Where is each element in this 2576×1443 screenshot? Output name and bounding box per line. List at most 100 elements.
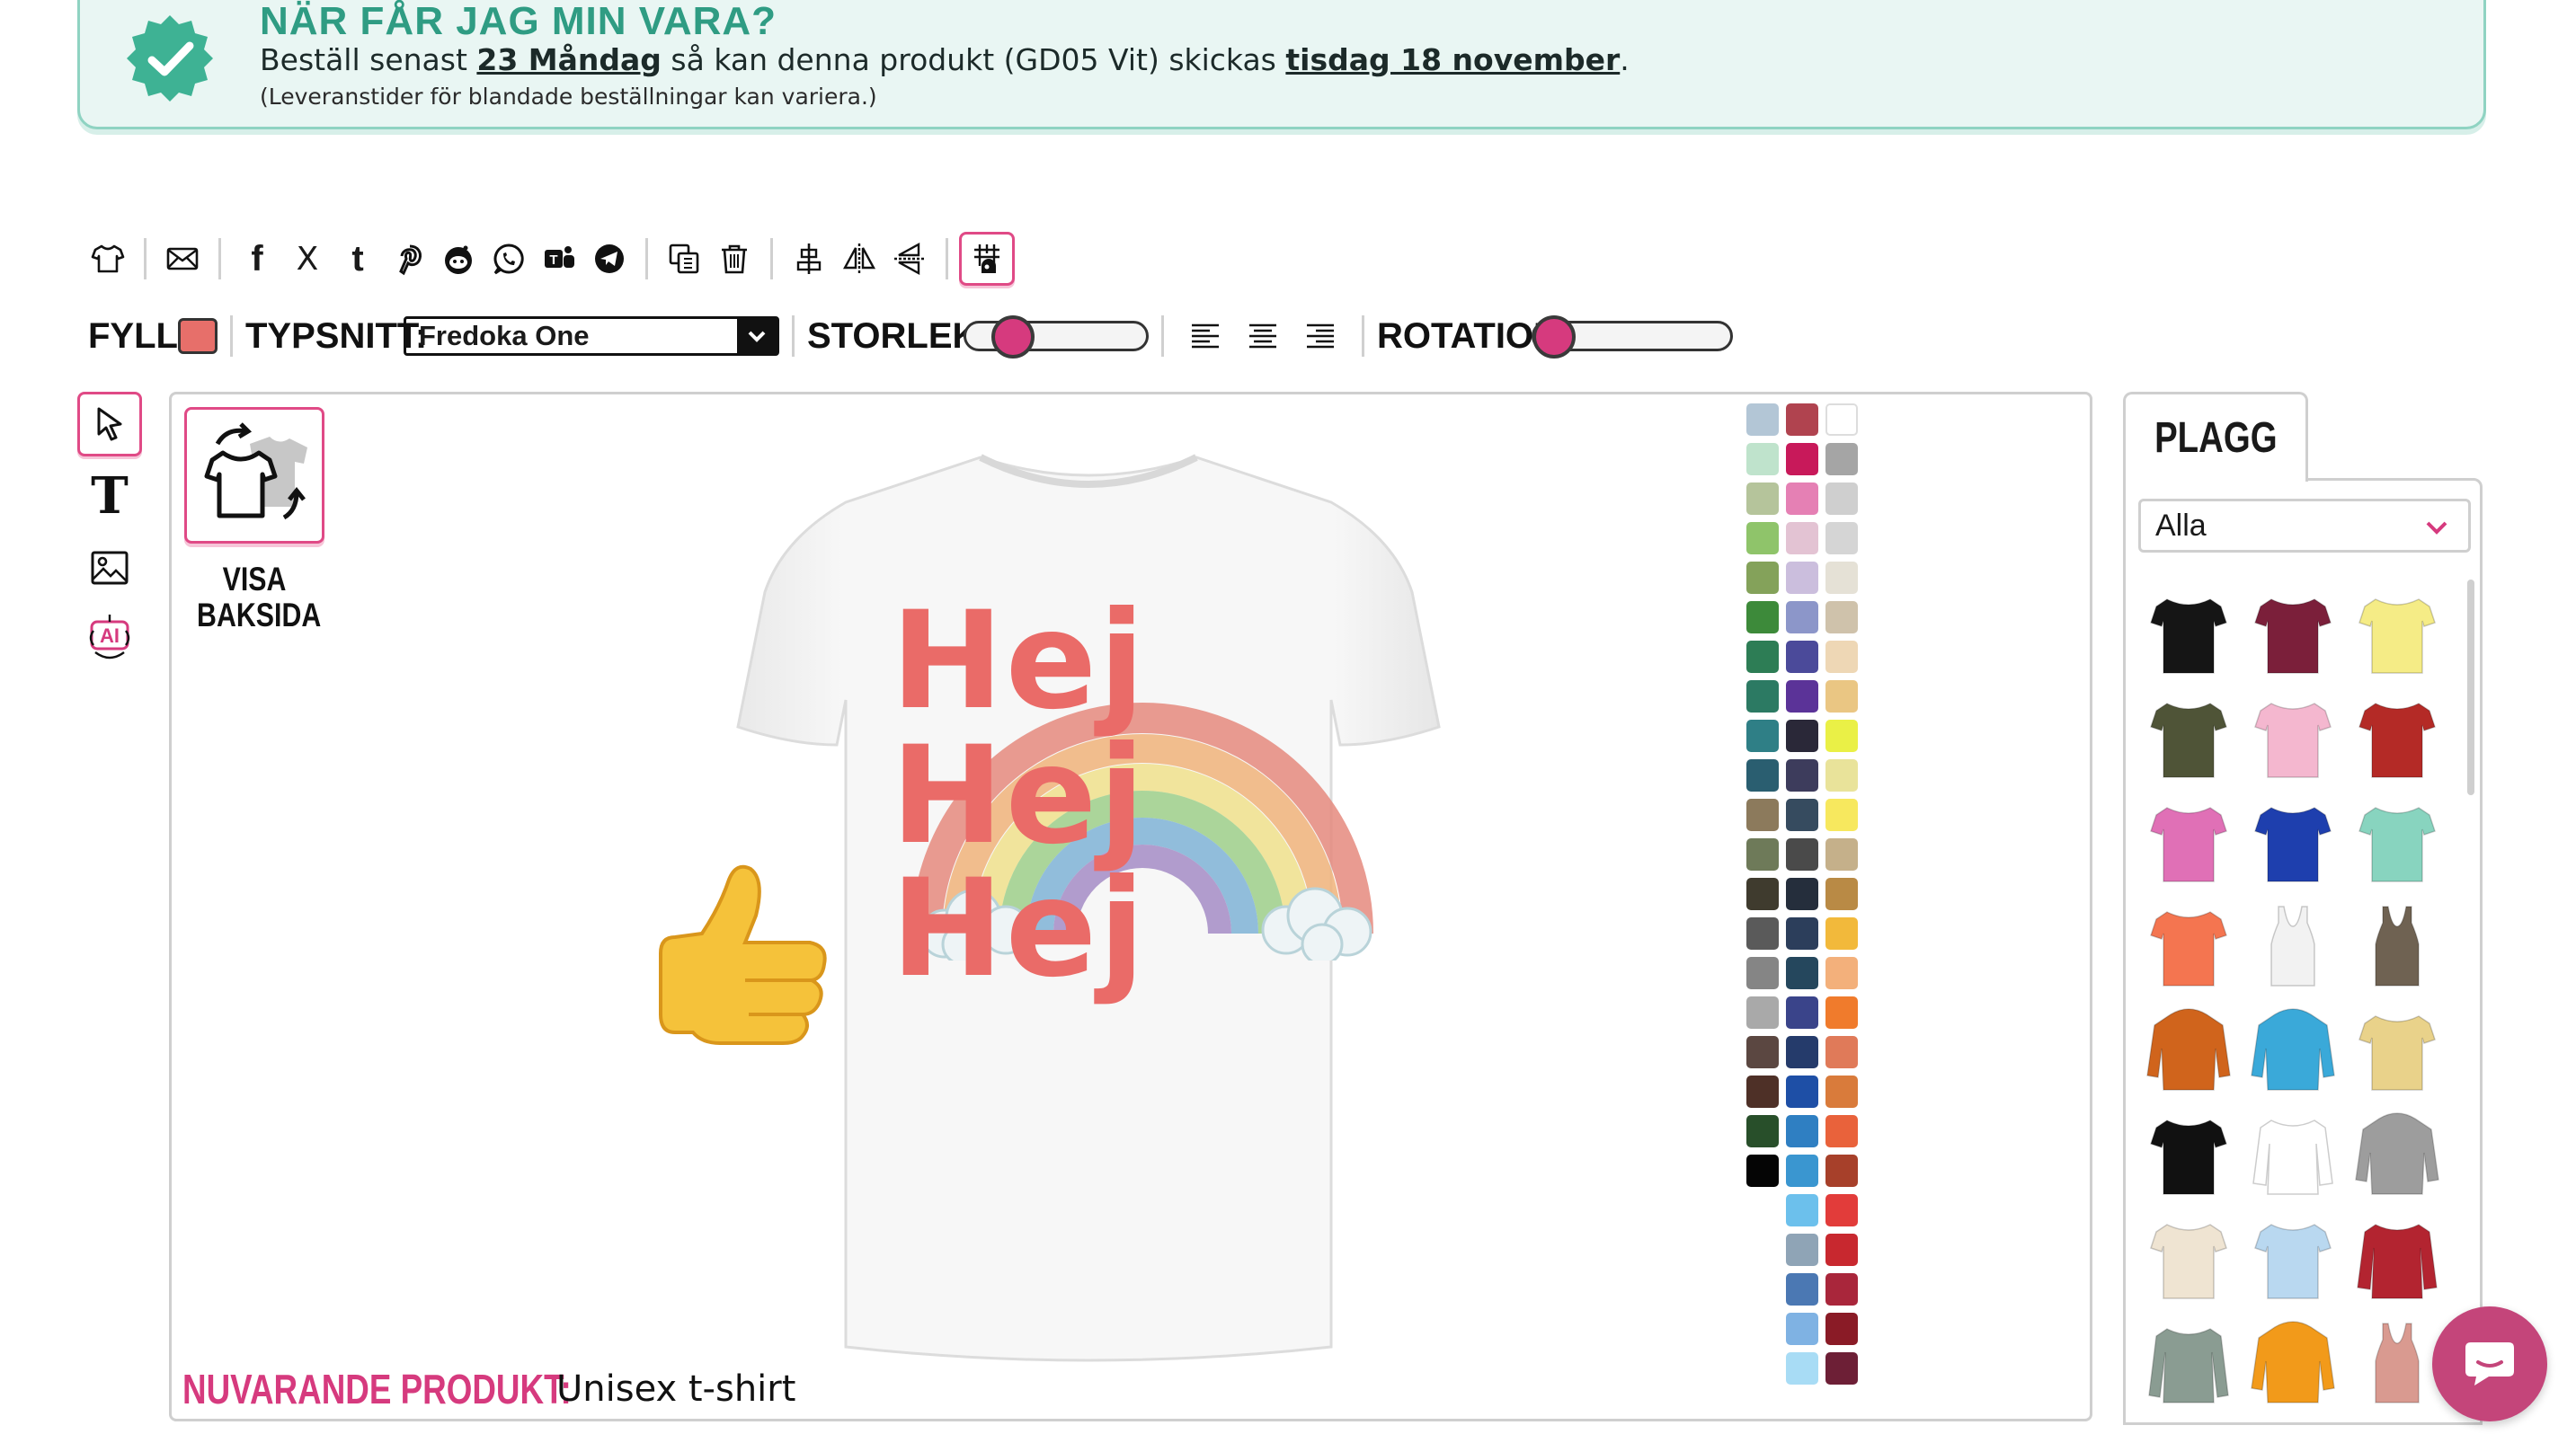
color-swatch[interactable] (1786, 482, 1818, 515)
color-swatch[interactable] (1786, 957, 1818, 989)
color-swatch[interactable] (1786, 1352, 1818, 1385)
color-swatch[interactable] (1746, 957, 1779, 989)
show-backside-button[interactable] (184, 407, 324, 544)
color-swatch[interactable] (1825, 878, 1858, 910)
color-swatch[interactable] (1825, 799, 1858, 831)
color-swatch[interactable] (1786, 641, 1818, 673)
color-swatch[interactable] (1825, 1352, 1858, 1385)
color-swatch[interactable] (1746, 403, 1779, 436)
garment-option-tank[interactable] (2241, 892, 2345, 996)
garment-option-tee[interactable] (2136, 788, 2241, 892)
color-swatch[interactable] (1825, 1194, 1858, 1226)
garment-option-tee[interactable] (2136, 580, 2241, 684)
color-swatch[interactable] (1825, 1313, 1858, 1345)
garment-option-tee[interactable] (2136, 1101, 2241, 1205)
color-swatch[interactable] (1825, 1036, 1858, 1068)
color-swatch[interactable] (1825, 759, 1858, 792)
color-swatch[interactable] (1786, 759, 1818, 792)
design-text-line3[interactable]: Hej (891, 862, 1147, 996)
grid-icon[interactable] (959, 232, 1015, 286)
ai-tool[interactable]: AI (77, 607, 142, 672)
color-swatch[interactable] (1746, 443, 1779, 475)
garment-option-jacket[interactable] (2345, 1205, 2449, 1309)
garment-option-tee[interactable] (2345, 788, 2449, 892)
color-swatch[interactable] (1746, 1155, 1779, 1187)
color-swatch[interactable] (1746, 1036, 1779, 1068)
size-slider[interactable] (964, 315, 1149, 359)
pinterest-icon[interactable] (383, 232, 433, 286)
color-swatch[interactable] (1786, 799, 1818, 831)
garment-option-longsleeve[interactable] (2136, 1309, 2241, 1413)
flip-horizontal-icon[interactable] (834, 232, 884, 286)
color-swatch[interactable] (1786, 1194, 1818, 1226)
color-swatch[interactable] (1786, 522, 1818, 554)
color-swatch[interactable] (1786, 720, 1818, 752)
garment-option-hoodie[interactable] (2241, 996, 2345, 1101)
color-swatch[interactable] (1786, 601, 1818, 633)
garment-option-tee[interactable] (2241, 580, 2345, 684)
color-swatch[interactable] (1825, 1273, 1858, 1306)
garment-option-tank[interactable] (2345, 892, 2449, 996)
garment-option-tee[interactable] (2345, 580, 2449, 684)
color-swatch[interactable] (1825, 838, 1858, 871)
design-canvas[interactable]: VISA BAKSIDA Hej Hej Hej NUVARANDE PRODU… (169, 392, 2092, 1421)
color-swatch[interactable] (1825, 1234, 1858, 1266)
tumblr-icon[interactable]: t (333, 232, 383, 286)
color-swatch[interactable] (1786, 996, 1818, 1029)
garment-option-tee[interactable] (2241, 1205, 2345, 1309)
color-swatch[interactable] (1746, 917, 1779, 950)
size-slider-knob[interactable] (991, 315, 1035, 359)
image-tool[interactable] (77, 536, 142, 600)
fill-color-swatch[interactable] (178, 318, 218, 354)
rotation-slider[interactable] (1532, 315, 1733, 359)
design-text-line1[interactable]: Hej (891, 594, 1147, 729)
color-swatch[interactable] (1825, 957, 1858, 989)
color-swatch[interactable] (1825, 641, 1858, 673)
flip-vertical-icon[interactable] (884, 232, 935, 286)
telegram-icon[interactable] (584, 232, 635, 286)
chat-button[interactable] (2432, 1306, 2547, 1421)
font-select[interactable]: Fredoka One (404, 316, 779, 356)
color-swatch[interactable] (1825, 403, 1858, 436)
color-swatch[interactable] (1786, 443, 1818, 475)
color-swatch[interactable] (1746, 680, 1779, 713)
facebook-icon[interactable]: f (232, 232, 282, 286)
garment-option-tee[interactable] (2345, 684, 2449, 788)
garment-option-tee[interactable] (2345, 996, 2449, 1101)
color-swatch[interactable] (1746, 720, 1779, 752)
color-swatch[interactable] (1786, 1115, 1818, 1147)
rotation-slider-knob[interactable] (1532, 315, 1576, 359)
color-swatch[interactable] (1786, 562, 1818, 594)
color-swatch[interactable] (1825, 996, 1858, 1029)
color-swatch[interactable] (1746, 1076, 1779, 1108)
align-left-icon[interactable] (1177, 309, 1234, 363)
whatsapp-icon[interactable] (484, 232, 534, 286)
select-tool[interactable] (77, 392, 142, 456)
teams-icon[interactable]: T (534, 232, 584, 286)
color-swatch[interactable] (1746, 522, 1779, 554)
design-text-line2[interactable]: Hej (891, 729, 1147, 863)
color-swatch[interactable] (1746, 482, 1779, 515)
color-swatch[interactable] (1746, 996, 1779, 1029)
color-swatch[interactable] (1786, 1273, 1818, 1306)
duplicate-icon[interactable] (659, 232, 709, 286)
color-swatch[interactable] (1825, 720, 1858, 752)
garment-filter-select[interactable]: Alla (2138, 499, 2471, 553)
color-swatch[interactable] (1746, 799, 1779, 831)
color-swatch[interactable] (1746, 641, 1779, 673)
color-swatch[interactable] (1825, 482, 1858, 515)
garment-option-tee[interactable] (2136, 684, 2241, 788)
color-swatch[interactable] (1746, 562, 1779, 594)
color-swatch[interactable] (1746, 1115, 1779, 1147)
color-swatch[interactable] (1746, 759, 1779, 792)
color-swatch[interactable] (1786, 878, 1818, 910)
thumbs-up-sticker[interactable] (639, 853, 837, 1050)
garment-option-tee[interactable] (2241, 684, 2345, 788)
color-swatch[interactable] (1825, 601, 1858, 633)
color-swatch[interactable] (1786, 680, 1818, 713)
color-swatch[interactable] (1786, 1234, 1818, 1266)
garment-option-hoodie[interactable] (2136, 996, 2241, 1101)
color-swatch[interactable] (1825, 522, 1858, 554)
garment-option-tee[interactable] (2136, 892, 2241, 996)
color-swatch[interactable] (1825, 1076, 1858, 1108)
